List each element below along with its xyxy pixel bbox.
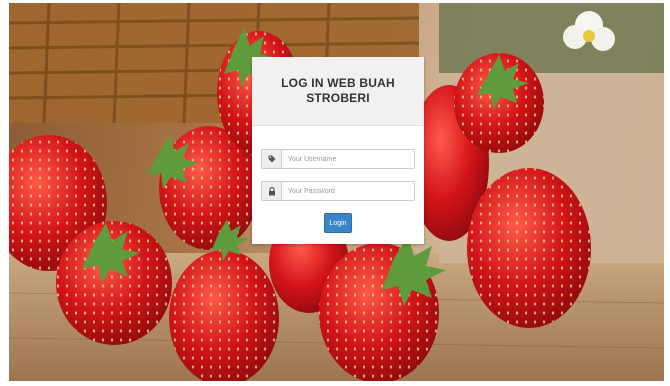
username-input[interactable] xyxy=(282,150,414,168)
username-field[interactable] xyxy=(261,149,415,169)
login-page: LOG IN WEB BUAH STROBERI Login xyxy=(0,0,670,386)
password-field[interactable] xyxy=(261,181,415,201)
login-card: LOG IN WEB BUAH STROBERI Login xyxy=(252,57,424,244)
password-input[interactable] xyxy=(282,182,414,200)
login-button[interactable]: Login xyxy=(324,213,352,233)
lock-icon xyxy=(262,182,282,200)
tag-icon xyxy=(262,150,282,168)
login-card-header: LOG IN WEB BUAH STROBERI xyxy=(252,57,424,126)
login-title: LOG IN WEB BUAH STROBERI xyxy=(281,76,395,105)
